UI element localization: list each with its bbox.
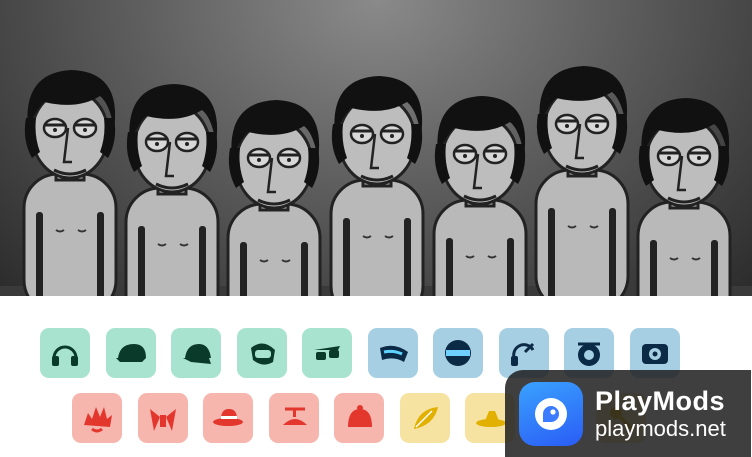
performer-6[interactable] [530,58,634,296]
performer-3[interactable] [222,92,326,296]
performer-5[interactable] [428,88,532,296]
watermark-title: PlayMods [595,385,726,416]
cap-visor-icon [179,336,213,370]
sunglasses-icon [310,336,344,370]
sound-button-feather[interactable] [399,393,450,443]
box-speaker-icon [638,336,672,370]
playmods-logo-icon [519,381,583,446]
beanie-icon [342,401,376,435]
sound-button-goggles[interactable] [236,328,287,378]
performer-1[interactable] [18,62,122,296]
sound-button-propeller-hat[interactable] [268,393,319,443]
cap-icon [114,336,148,370]
sound-button-visor-glasses[interactable] [367,328,418,378]
visor-glasses-icon [376,336,410,370]
performer-2[interactable] [120,76,224,296]
sound-button-spiky-hair[interactable] [72,393,122,443]
sound-button-fedora[interactable] [203,393,253,443]
fedora-icon [211,401,245,435]
watermark-subtitle: playmods.net [595,415,726,441]
sound-button-round-mask[interactable] [433,328,483,378]
stage [0,0,752,296]
ear-speaker-icon [572,336,606,370]
straw-hat-icon [473,401,507,435]
spiky-hair-icon [80,401,114,435]
sound-button-cap[interactable] [105,328,156,378]
sound-button-bird-wings[interactable] [137,393,188,443]
sound-button-sunglasses[interactable] [302,328,352,378]
propeller-hat-icon [277,401,311,435]
goggles-icon [245,336,279,370]
feather-icon [408,401,442,435]
sound-button-beanie[interactable] [334,393,384,443]
headset-icon [507,336,541,370]
round-mask-icon [441,336,475,370]
playmods-watermark[interactable]: PlayMods playmods.net [505,370,751,457]
sound-button-cap-visor[interactable] [171,328,221,378]
headphones-icon [48,336,82,370]
performer-7[interactable] [632,90,736,296]
bird-wings-icon [146,401,180,435]
performer-4[interactable] [325,68,429,296]
sound-button-headphones[interactable] [40,328,90,378]
